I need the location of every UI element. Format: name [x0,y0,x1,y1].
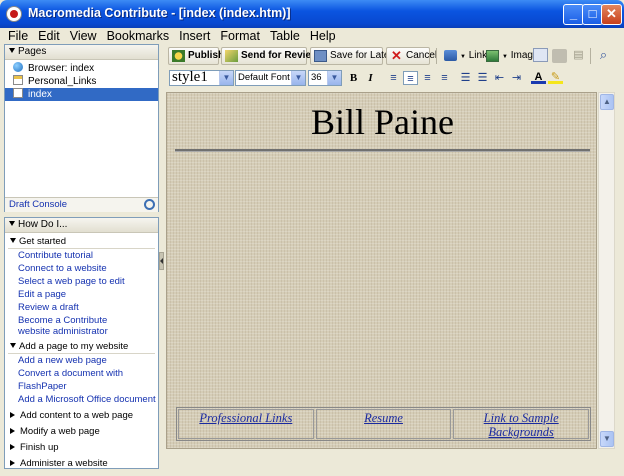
save-icon [314,50,327,62]
section-modify-page[interactable]: Modify a web page [5,425,158,438]
globe-icon [13,62,23,72]
publish-icon [172,50,185,62]
dropdown-arrow-icon: ▼ [219,71,233,85]
section-administer[interactable]: Administer a website [5,457,158,468]
link-contribute-tutorial[interactable]: Contribute tutorial [5,249,158,262]
align-center-icon[interactable]: ≡ [403,71,418,85]
horizontal-rule [175,149,590,152]
pages-item-browser[interactable]: Browser: index [5,62,158,75]
bulleted-list-icon[interactable]: ☰ [475,71,490,85]
dropdown-arrow-icon: ▼ [291,71,305,85]
size-dropdown[interactable]: 36 ▼ [308,70,342,86]
link-add-new-page[interactable]: Add a new web page [5,354,158,367]
link-connect-website[interactable]: Connect to a website [5,262,158,275]
properties-icon[interactable]: ▤ [571,48,586,62]
align-justify-icon[interactable]: ≡ [437,71,452,85]
link-add-office-doc[interactable]: Add a Microsoft Office document [5,393,158,406]
scroll-down-icon[interactable]: ▼ [600,431,614,447]
link-edit-page[interactable]: Edit a page [5,288,158,301]
section-finish-up[interactable]: Finish up [5,441,158,454]
cancel-button[interactable]: ✕ Cancel [386,47,437,65]
pages-panel-header[interactable]: Pages [5,45,158,60]
nav-link-resume[interactable]: Resume [315,409,452,439]
page-icon [13,88,23,98]
section-add-content[interactable]: Add content to a web page [5,409,158,422]
collapse-arrow-icon [9,221,15,226]
collapse-arrow-icon [9,48,15,53]
section-add-page[interactable]: Add a page to my website [5,340,158,353]
pages-item-personal-links[interactable]: Personal_Links [5,75,158,88]
image-dropdown-icon: ▼ [502,54,508,60]
save-for-later-button[interactable]: Save for Later [310,47,393,65]
link-review-draft[interactable]: Review a draft [5,301,158,314]
italic-button[interactable]: I [363,71,378,85]
send-review-icon [225,50,238,62]
expand-arrow-icon [10,343,16,348]
expand-arrow-icon [10,412,15,418]
editor-scrollbar[interactable]: ▲ ▼ [598,92,615,449]
numbered-list-icon[interactable]: ☰ [458,71,473,85]
dropdown-arrow-icon: ▼ [327,71,341,85]
nav-link-sample-backgrounds[interactable]: Link to Sample Backgrounds [453,409,590,439]
expand-arrow-icon [10,460,15,466]
page-heading[interactable]: Bill Paine [167,101,596,143]
publish-button[interactable]: Publish [168,47,224,65]
minimize-button[interactable]: _ [563,4,584,25]
pages-item-index[interactable]: index [5,88,158,101]
collapse-left-icon [160,258,163,264]
link-dropdown-icon: ▼ [460,54,466,60]
panel-splitter[interactable] [159,252,164,270]
cancel-x-icon: ✕ [391,48,402,63]
document-editor[interactable]: Bill Paine Professional Links Resume Lin… [166,92,597,449]
image-button[interactable]: ▼ Image [486,49,539,65]
close-button[interactable]: ✕ [601,4,622,25]
toolbar-divider [590,48,591,64]
document-icon[interactable] [552,49,567,63]
style-dropdown[interactable]: style1 ▼ [169,70,234,86]
how-do-i-panel: How Do I... Get started Contribute tutor… [4,217,159,469]
pages-panel: Pages Browser: index Personal_Links inde… [4,44,159,212]
page-icon [13,75,23,85]
link-become-admin[interactable]: Become a Contribute website administrato… [5,315,135,337]
image-icon [486,50,499,62]
nav-links-table: Professional Links Resume Link to Sample… [176,407,591,441]
title-bar: Macromedia Contribute - [index (index.ht… [0,0,624,28]
section-get-started[interactable]: Get started [5,235,158,248]
expand-arrow-icon [10,238,16,243]
toolbar-divider [436,48,437,64]
app-icon[interactable] [6,6,22,22]
maximize-button[interactable]: □ [582,4,603,25]
refresh-icon[interactable] [144,199,155,210]
highlight-icon[interactable]: ✎ [548,70,563,84]
align-left-icon[interactable]: ≡ [386,71,401,85]
nav-link-professional-links[interactable]: Professional Links [178,409,314,439]
link-convert-flashpaper[interactable]: Convert a document with FlashPaper [5,367,158,393]
link-select-page[interactable]: Select a web page to edit [5,275,158,288]
font-dropdown[interactable]: Default Font ▼ [235,70,306,86]
indent-icon[interactable]: ⇥ [509,71,524,85]
draft-console-bar: Draft Console [5,197,158,212]
expand-arrow-icon [10,428,15,434]
draft-console-link[interactable]: Draft Console [9,199,67,210]
expand-arrow-icon [10,444,15,450]
align-right-icon[interactable]: ≡ [420,71,435,85]
table-icon[interactable] [533,48,548,62]
send-for-review-button[interactable]: Send for Review [221,47,319,65]
link-button[interactable]: ▼ Link [444,49,487,65]
how-do-i-header[interactable]: How Do I... [5,218,158,233]
link-icon [444,50,457,61]
help-icon[interactable]: ⌕ [596,48,611,62]
bold-button[interactable]: B [346,71,361,85]
scroll-up-icon[interactable]: ▲ [600,94,614,110]
main-toolbar: Publish Send for Review Save for Later ✕… [166,45,620,67]
text-color-icon[interactable]: A [531,70,546,84]
outdent-icon[interactable]: ⇤ [492,71,507,85]
window-title: Macromedia Contribute - [index (index.ht… [28,6,291,20]
format-toolbar: style1 ▼ Default Font ▼ 36 ▼ B I ≡ ≡ ≡ ≡ ☰ … [166,68,620,90]
